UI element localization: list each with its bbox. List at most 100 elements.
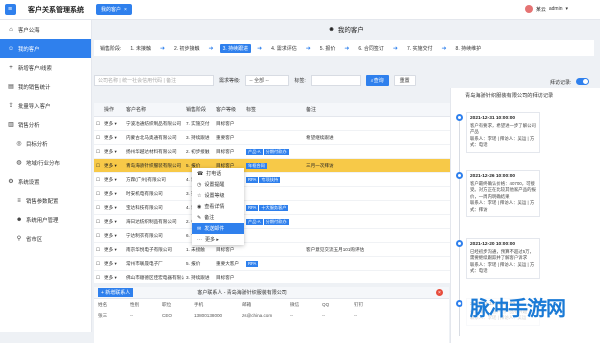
customer-name[interactable]: 佛山市顺德区佳宏电器有限公司 bbox=[124, 275, 184, 281]
table-row[interactable]: ☐ 更多 ▾ 南京华悦电子有限公司 1. 未接触 目标客户 客户意见交流五月101购评估 bbox=[94, 243, 454, 257]
more-dropdown[interactable]: 更多 ▾ bbox=[102, 219, 124, 225]
row-checkbox[interactable]: ☐ bbox=[94, 177, 102, 183]
tag-badge: 年框合同 bbox=[246, 162, 267, 169]
sidebar-item-sales-params[interactable]: ≡ 销售参数配置 bbox=[0, 191, 91, 210]
row-checkbox[interactable]: ☐ bbox=[94, 191, 102, 197]
customer-name[interactable]: 扬州华越达材料有限公司 bbox=[124, 149, 184, 155]
sidebar-item-user-management[interactable]: ☻ 系统用户管理 bbox=[0, 210, 91, 229]
row-checkbox[interactable]: ☐ bbox=[94, 275, 102, 281]
contact-row[interactable]: 张三 -- CEO 13800138000 zs@china.com -- --… bbox=[94, 310, 449, 321]
row-checkbox[interactable]: ☐ bbox=[94, 205, 102, 211]
more-dropdown[interactable]: 更多 ▾ bbox=[102, 163, 124, 169]
timeline-entry[interactable]: 2021-12-20 10:00:00 已经初步沟通，预算不超过5万，需要继续跟踪… bbox=[466, 238, 540, 279]
sidebar-item-target-analysis[interactable]: ◎ 目标分析 bbox=[0, 134, 91, 153]
customer-name[interactable]: 宁波冶通纺织制品有限公司 bbox=[124, 121, 184, 127]
row-checkbox[interactable]: ☐ bbox=[94, 261, 102, 267]
table-row[interactable]: ☐更多 ▾宁达制衣有限公司6. 合同签订目标客户 bbox=[94, 229, 454, 243]
sidebar-item-my-customers[interactable]: ☺ 我的客户 bbox=[0, 39, 91, 58]
customer-name[interactable]: 内蒙古北马奥通有限公司 bbox=[124, 135, 184, 141]
more-dropdown[interactable]: 更多 ▾ bbox=[102, 233, 124, 239]
timeline-entry[interactable]: 2021-12-26 10:00:00 客户最终确认价格：40700，可接受。对方… bbox=[466, 170, 540, 217]
col-header: 操作 bbox=[104, 107, 115, 113]
step-4[interactable]: 4. 需求评估 bbox=[268, 44, 300, 53]
table-row[interactable]: ☐更多 ▾时安机电有限公司3. 持续跟进目标客户 bbox=[94, 187, 454, 201]
table-row[interactable]: ☐更多 ▾宝达科技有限公司4. 需求评估目标客户RPA十大服务客户 bbox=[94, 201, 454, 215]
step-3[interactable]: 3. 持续跟进 bbox=[219, 43, 252, 53]
tag-badge: RPA bbox=[246, 176, 259, 183]
menu-item-note[interactable]: ✎ 备注 bbox=[192, 212, 244, 223]
customer-name[interactable]: 方霖(广州)有限公司 bbox=[124, 177, 184, 183]
step-5[interactable]: 5. 报价 bbox=[317, 44, 339, 53]
customer-name[interactable]: 时安机电有限公司 bbox=[124, 191, 184, 197]
col-header: 微信 bbox=[290, 301, 300, 307]
customer-name[interactable]: 宝达科技有限公司 bbox=[124, 205, 184, 211]
row-checkbox[interactable]: ☐ bbox=[94, 233, 102, 239]
row-checkbox[interactable]: ☐ bbox=[94, 163, 102, 169]
step-1[interactable]: 1. 未接触 bbox=[127, 44, 154, 53]
tag-select[interactable] bbox=[310, 75, 361, 86]
table-row[interactable]: ☐ 更多 ▾ 宁波冶通纺织制品有限公司 7. 实施交付 目标客户 bbox=[94, 117, 454, 131]
step-7[interactable]: 7. 实施交付 bbox=[404, 44, 436, 53]
more-dropdown[interactable]: 更多 ▾ bbox=[102, 275, 124, 281]
timeline-entry[interactable]: 2021-12-31 10:00:00 客户有要求，希望进一步了解公司产品 联系人：… bbox=[466, 112, 540, 153]
table-row[interactable]: ☐ 更多 ▾ 内蒙古北马奥通有限公司 3. 持续跟进 重要客户 希望继续跟进 bbox=[94, 131, 454, 145]
tags-cell: 年框合同 bbox=[244, 162, 304, 169]
customer-name[interactable]: 宁达制衣有限公司 bbox=[124, 233, 184, 239]
row-checkbox[interactable]: ☐ bbox=[94, 135, 102, 141]
reset-button[interactable]: 重置 bbox=[393, 75, 416, 86]
timeline-title: 青岛海骄针织服装有限公司的拜访记录 bbox=[465, 93, 554, 99]
tab-my-customers[interactable]: 我的客户 × bbox=[96, 4, 132, 15]
sidebar-item-public-pool[interactable]: ⌂ 客户公海 bbox=[0, 20, 91, 39]
table-row[interactable]: ☐ 更多 ▾ 扬州华越达材料有限公司 2. 初步接触 目标客户 产品-A 分期付款办 bbox=[94, 145, 454, 159]
menu-item-email[interactable]: ✉ 发送邮件 bbox=[192, 223, 244, 234]
row-checkbox[interactable]: ☐ bbox=[94, 149, 102, 155]
table-row[interactable]: ☐更多 ▾海日达纺织制品有限公司2. 初步接触目标客户产品-A分期付款办 bbox=[94, 215, 454, 229]
table-row[interactable]: ☐ 更多 ▾ 常州市联晟电子厂 5. 报价 重要大客户 RPA bbox=[94, 257, 454, 271]
customer-name[interactable]: 常州市联晟电子厂 bbox=[124, 261, 184, 267]
tag-badge: RPA bbox=[246, 260, 259, 267]
more-dropdown[interactable]: 更多 ▾ bbox=[102, 247, 124, 253]
sidebar-item-add-customer[interactable]: + 新增客户/线索 bbox=[0, 58, 91, 77]
menu-item-details[interactable]: ◉ 查看详情 bbox=[192, 201, 244, 212]
visit-record-toggle[interactable] bbox=[576, 78, 589, 85]
user-menu[interactable]: 某云 admin ▾ bbox=[524, 5, 568, 13]
more-dropdown[interactable]: 更多 ▾ bbox=[102, 135, 124, 141]
customer-name[interactable]: 南京华悦电子有限公司 bbox=[124, 247, 184, 253]
tag-badge: 分期付款办 bbox=[263, 148, 289, 155]
sidebar-item-region-industry[interactable]: ◍ 地域/行业分布 bbox=[0, 153, 91, 172]
sidebar-item-label: 目标分析 bbox=[26, 141, 48, 148]
close-icon[interactable]: × bbox=[436, 289, 443, 296]
search-button[interactable]: ⌕ 查询 bbox=[365, 75, 389, 86]
sidebar-item-my-sales-stats[interactable]: ▤ 我的销售统计 bbox=[0, 77, 91, 96]
customer-name[interactable]: 青岛海骄针织服装有限公司 bbox=[124, 163, 184, 169]
sidebar-item-system-settings[interactable]: ⚙ 系统设置 bbox=[0, 172, 91, 191]
row-checkbox[interactable]: ☐ bbox=[94, 121, 102, 127]
more-dropdown[interactable]: 更多 ▾ bbox=[102, 121, 124, 127]
demand-level-select[interactable]: -- 全部 -- bbox=[245, 75, 290, 86]
more-dropdown[interactable]: 更多 ▾ bbox=[102, 261, 124, 267]
more-dropdown[interactable]: 更多 ▾ bbox=[102, 149, 124, 155]
more-dropdown[interactable]: 更多 ▾ bbox=[102, 191, 124, 197]
menu-item-call[interactable]: ☎ 打电话 bbox=[192, 168, 244, 179]
row-checkbox[interactable]: ☐ bbox=[94, 219, 102, 225]
search-input[interactable]: 公司名称 | 统一社会信用代码 | 备注 bbox=[94, 75, 214, 86]
customer-name[interactable]: 海日达纺织制品有限公司 bbox=[124, 219, 184, 225]
more-dropdown[interactable]: 更多 ▾ bbox=[102, 205, 124, 211]
row-checkbox[interactable]: ☐ bbox=[94, 247, 102, 253]
add-contact-button[interactable]: + 新增联系人 bbox=[98, 288, 134, 297]
step-2[interactable]: 2. 初步接触 bbox=[171, 44, 203, 53]
table-row[interactable]: ☐ 更多 ▾ 青岛海骄针织服装有限公司 5. 报价 目标客户 年框合同 三月一次拜访 bbox=[94, 159, 454, 173]
step-8[interactable]: 8. 持续维护 bbox=[453, 44, 485, 53]
table-row[interactable]: ☐ 更多 ▾ 佛山市顺德区佳宏电器有限公司 3. 持续跟进 目标客户 bbox=[94, 271, 454, 283]
menu-item-reminder[interactable]: ◷ 设置提醒 bbox=[192, 179, 244, 190]
menu-item-more[interactable]: ⋯ 更多 ▸ bbox=[192, 234, 244, 245]
more-dropdown[interactable]: 更多 ▾ bbox=[102, 177, 124, 183]
menu-item-set-level[interactable]: ☆ 设置等级 bbox=[192, 190, 244, 201]
step-6[interactable]: 6. 合同签订 bbox=[355, 44, 387, 53]
sales-stage-steps: 销售阶段: 1. 未接触 ➜ 2. 初步接触 ➜ 3. 持续跟进 ➜ 4. 需求评估 ➜… bbox=[94, 40, 594, 56]
close-icon[interactable]: × bbox=[124, 7, 127, 13]
sidebar-item-batch-import[interactable]: ⇪ 批量导入客户 bbox=[0, 96, 91, 115]
sidebar-item-sales-analysis[interactable]: ▥ 销售分析 bbox=[0, 115, 91, 134]
table-row[interactable]: ☐更多 ▾方霖(广州)有限公司4. 需求评估目标客户RPA专项扶持 bbox=[94, 173, 454, 187]
sidebar-item-province-city[interactable]: ⚲ 省市区 bbox=[0, 229, 91, 248]
